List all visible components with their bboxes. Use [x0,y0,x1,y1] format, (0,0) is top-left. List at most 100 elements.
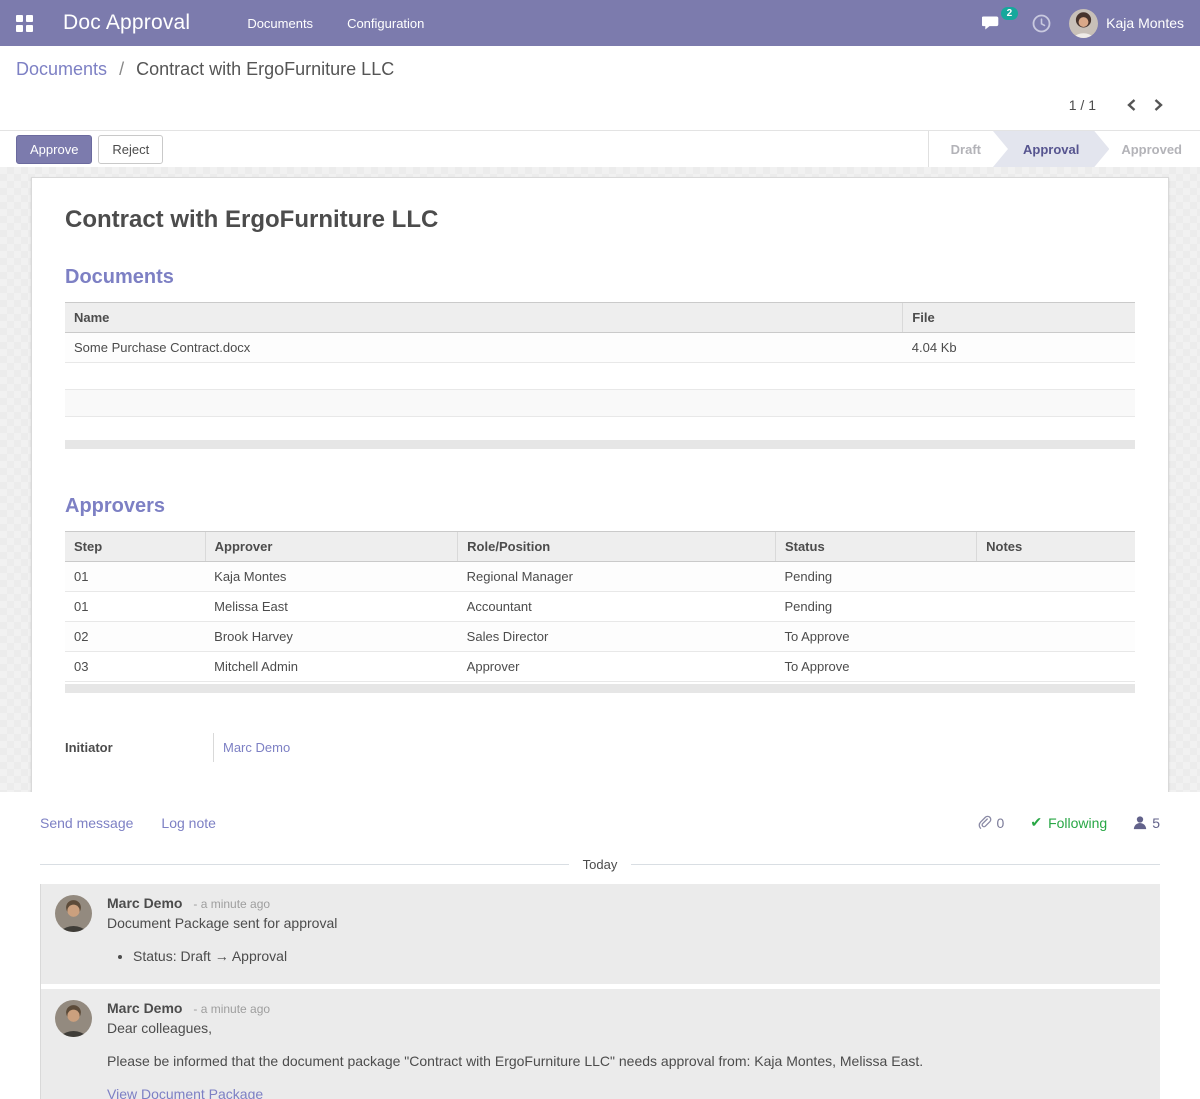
pager-next-icon[interactable] [1145,94,1172,116]
approver-status: To Approve [775,621,976,651]
message-timestamp: - a minute ago [193,1002,270,1016]
control-panel: Documents / Contract with ErgoFurniture … [0,46,1200,130]
breadcrumb-parent[interactable]: Documents [16,59,107,79]
approver-role: Accountant [458,591,776,621]
approvers-col-role[interactable]: Role/Position [458,531,776,561]
approver-name: Mitchell Admin [205,651,458,681]
attachments-button[interactable]: 0 [976,814,1005,831]
check-icon: ✔ [1030,814,1042,831]
messages-count-badge: 2 [1001,7,1019,20]
form-sheet: Contract with ErgoFurniture LLC Document… [31,177,1169,793]
document-name: Some Purchase Contract.docx [65,333,903,363]
approver-name: Brook Harvey [205,621,458,651]
empty-row [65,390,1135,417]
document-file-size: 4.04 Kb [903,333,1135,363]
document-row[interactable]: Some Purchase Contract.docx 4.04 Kb [65,333,1135,363]
message-author[interactable]: Marc Demo [107,1000,182,1016]
empty-row [65,363,1135,390]
approve-button[interactable]: Approve [16,135,92,164]
status-step-draft[interactable]: Draft [933,131,999,167]
form-view-background: Contract with ErgoFurniture LLC Document… [0,167,1200,792]
approver-status: To Approve [775,651,976,681]
initiator-field: Initiator Marc Demo [65,733,1135,762]
approver-notes [977,561,1135,591]
approver-row[interactable]: 02 Brook Harvey Sales Director To Approv… [65,621,1135,651]
menu-documents[interactable]: Documents [245,10,315,37]
approver-notes [977,621,1135,651]
breadcrumb-separator: / [119,59,124,79]
message-timestamp: - a minute ago [193,897,270,911]
pager-previous-icon[interactable] [1118,94,1145,116]
log-note-button[interactable]: Log note [161,815,216,831]
approver-name: Kaja Montes [205,561,458,591]
documents-col-file[interactable]: File [903,303,1135,333]
message-body: Document Package sent for approval [107,915,1148,931]
followers-person-icon [1133,815,1147,830]
breadcrumb-current: Contract with ErgoFurniture LLC [136,59,394,79]
chatter: Send message Log note 0 ✔ Following 5 [0,792,1200,1099]
chatter-toolbar: Send message Log note 0 ✔ Following 5 [40,814,1160,831]
status-step-approved[interactable]: Approved [1103,131,1200,167]
apps-menu-icon[interactable] [16,15,33,32]
approvers-col-notes[interactable]: Notes [977,531,1135,561]
message-list: Marc Demo - a minute ago Document Packag… [40,884,1160,1099]
reject-button[interactable]: Reject [98,135,163,164]
approver-row[interactable]: 01 Melissa East Accountant Pending [65,591,1135,621]
action-bar: Approve Reject Draft Approval Approved [0,130,1200,167]
paperclip-icon [976,814,992,831]
empty-row [65,417,1135,438]
approver-step: 03 [65,651,205,681]
documents-table-footer [65,440,1135,449]
documents-table: Name File Some Purchase Contract.docx 4.… [65,302,1135,438]
view-document-package-link[interactable]: View Document Package [107,1086,1148,1099]
initiator-label: Initiator [65,740,213,755]
approver-row[interactable]: 03 Mitchell Admin Approver To Approve [65,651,1135,681]
date-divider: Today [40,857,1160,872]
top-navbar: Doc Approval Documents Configuration 2 [0,0,1200,46]
approver-notes [977,651,1135,681]
approvers-table: Step Approver Role/Position Status Notes… [65,531,1135,682]
followers-button[interactable]: 5 [1133,815,1160,831]
approver-status: Pending [775,561,976,591]
message-tracking-value: Status: Draft → Approval [133,948,1148,964]
approver-role: Regional Manager [458,561,776,591]
user-avatar [1069,9,1098,38]
attachment-count: 0 [997,815,1005,831]
systray: 2 Kaja Montes [982,9,1184,38]
send-message-button[interactable]: Send message [40,815,133,831]
user-name: Kaja Montes [1106,15,1184,31]
message-body: Please be informed that the document pac… [107,1053,1148,1069]
user-menu[interactable]: Kaja Montes [1069,9,1184,38]
messages-icon[interactable]: 2 [982,14,1004,32]
pager-counter: 1 / 1 [1069,97,1096,113]
message-author[interactable]: Marc Demo [107,895,182,911]
approvers-col-step[interactable]: Step [65,531,205,561]
message: Marc Demo - a minute ago Document Packag… [41,884,1160,984]
approver-status: Pending [775,591,976,621]
message: Marc Demo - a minute ago Dear colleagues… [41,989,1160,1099]
documents-section-heading: Documents [65,266,1135,289]
breadcrumb: Documents / Contract with ErgoFurniture … [16,59,1184,80]
approver-role: Approver [458,651,776,681]
approvers-col-status[interactable]: Status [775,531,976,561]
main-menu: Documents Configuration [245,10,426,37]
activities-clock-icon[interactable] [1032,14,1051,33]
approver-notes [977,591,1135,621]
status-step-approval[interactable]: Approval [993,131,1109,167]
approver-row[interactable]: 01 Kaja Montes Regional Manager Pending [65,561,1135,591]
initiator-value-link[interactable]: Marc Demo [213,733,433,762]
following-button[interactable]: ✔ Following [1030,814,1107,831]
approvers-col-approver[interactable]: Approver [205,531,458,561]
follower-count: 5 [1152,815,1160,831]
menu-configuration[interactable]: Configuration [345,10,426,37]
approvers-section-heading: Approvers [65,495,1135,518]
approver-step: 01 [65,591,205,621]
approver-step: 02 [65,621,205,651]
following-label: Following [1048,815,1107,831]
message-author-avatar [55,1000,92,1037]
approvers-table-footer [65,684,1135,693]
documents-col-name[interactable]: Name [65,303,903,333]
date-divider-label: Today [583,857,618,872]
app-title: Doc Approval [63,11,190,35]
approver-step: 01 [65,561,205,591]
